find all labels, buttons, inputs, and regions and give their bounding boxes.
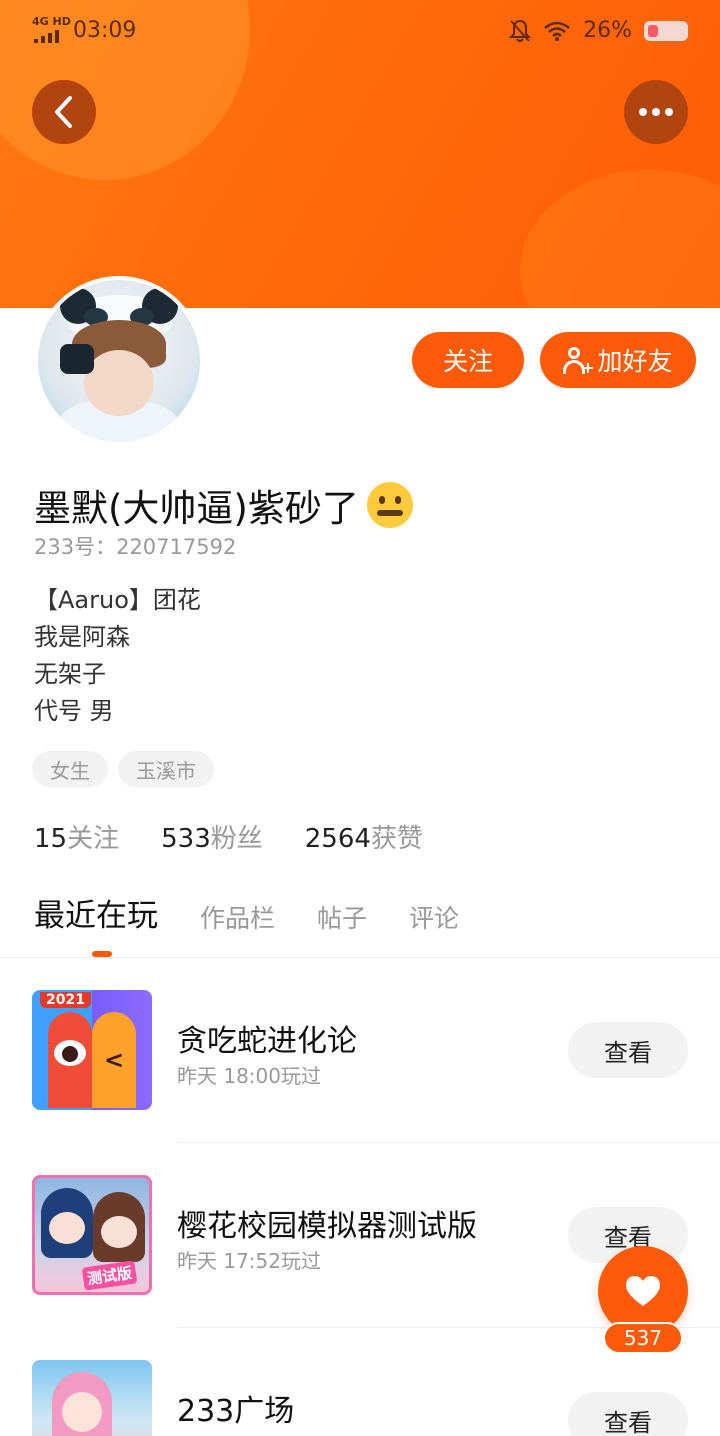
bio-line: 代号 男 bbox=[34, 697, 114, 725]
stat-followers[interactable]: 533粉丝 bbox=[161, 818, 263, 855]
bell-off-icon bbox=[509, 19, 532, 42]
game-icon-badge: 2021 bbox=[40, 992, 91, 1008]
game-icon-badge: 测试版 bbox=[81, 1260, 138, 1291]
username: 墨默(大帅逼)紫砂了 bbox=[34, 478, 413, 532]
tab-comments[interactable]: 评论 bbox=[409, 899, 459, 939]
follow-button[interactable]: 关注 bbox=[412, 332, 524, 388]
game-last-played: 昨天 18:00玩过 bbox=[177, 1064, 321, 1088]
profile-stats: 15关注 533粉丝 2564获赞 bbox=[34, 818, 423, 855]
add-friend-label: 加好友 bbox=[597, 347, 673, 376]
back-button[interactable] bbox=[32, 80, 96, 144]
status-time: 03:09 bbox=[73, 18, 137, 43]
add-friend-button[interactable]: + 加好友 bbox=[540, 332, 696, 388]
list-item[interactable]: 233广场 查看 bbox=[0, 1360, 720, 1436]
profile-tabs: 最近在玩 作品栏 帖子 评论 bbox=[34, 890, 459, 939]
game-icon[interactable]: < 2021 bbox=[32, 990, 152, 1110]
user-bio: 【Aaruo】团花 我是阿森 无架子 代号 男 bbox=[34, 582, 201, 730]
tab-divider bbox=[0, 957, 720, 958]
user-id: 233号：220717592 bbox=[34, 535, 237, 559]
game-last-played: 昨天 17:52玩过 bbox=[177, 1249, 321, 1273]
wifi-icon bbox=[544, 21, 570, 41]
list-divider bbox=[177, 1142, 720, 1143]
status-icons: 26% bbox=[509, 18, 688, 43]
view-button[interactable]: 查看 bbox=[568, 1022, 688, 1078]
stat-number: 15 bbox=[34, 824, 68, 854]
battery-percentage: 26% bbox=[583, 18, 632, 43]
status-bar: 4G HD 03:09 26% bbox=[0, 0, 720, 64]
battery-icon bbox=[644, 20, 688, 41]
tag-location: 玉溪市 bbox=[118, 751, 214, 787]
signal-icon bbox=[34, 30, 59, 43]
avatar[interactable] bbox=[34, 276, 204, 446]
stat-following[interactable]: 15关注 bbox=[34, 818, 119, 855]
tab-posts[interactable]: 帖子 bbox=[317, 899, 367, 939]
heart-icon bbox=[626, 1276, 660, 1306]
stat-label: 粉丝 bbox=[210, 824, 263, 854]
chevron-left-icon bbox=[55, 96, 72, 128]
game-title: 233广场 bbox=[177, 1394, 295, 1429]
list-item[interactable]: < 2021 贪吃蛇进化论 昨天 18:00玩过 查看 bbox=[0, 990, 720, 1130]
banner-decoration bbox=[520, 170, 720, 308]
more-options-button[interactable] bbox=[624, 80, 688, 144]
stat-label: 获赞 bbox=[370, 824, 423, 854]
game-title: 樱花校园模拟器测试版 bbox=[177, 1209, 477, 1244]
avatar-image bbox=[38, 280, 200, 442]
bio-line: 我是阿森 bbox=[34, 623, 130, 651]
stat-label: 关注 bbox=[67, 824, 120, 854]
tab-recently-played[interactable]: 最近在玩 bbox=[34, 890, 158, 939]
view-button[interactable]: 查看 bbox=[568, 1392, 688, 1436]
stat-number: 2564 bbox=[304, 824, 371, 854]
stat-likes[interactable]: 2564获赞 bbox=[305, 818, 423, 855]
zipper-mouth-emoji-icon bbox=[366, 482, 413, 528]
game-title: 贪吃蛇进化论 bbox=[177, 1024, 357, 1059]
bio-line: 【Aaruo】团花 bbox=[34, 586, 201, 614]
stat-number: 533 bbox=[161, 824, 211, 854]
like-count: 537 bbox=[603, 1322, 683, 1354]
game-icon[interactable]: 测试版 bbox=[32, 1175, 152, 1295]
game-icon[interactable] bbox=[32, 1360, 152, 1436]
bio-line: 无架子 bbox=[34, 660, 106, 688]
tab-works[interactable]: 作品栏 bbox=[200, 899, 275, 939]
username-text: 墨默(大帅逼)紫砂了 bbox=[34, 487, 359, 530]
tag-gender: 女生 bbox=[32, 751, 108, 787]
user-plus-icon: + bbox=[563, 346, 594, 376]
more-horizontal-icon bbox=[639, 108, 673, 116]
network-indicator: 4G HD bbox=[32, 15, 71, 28]
profile-tags: 女生 玉溪市 bbox=[32, 751, 214, 787]
profile-header-banner: 4G HD 03:09 26% bbox=[0, 0, 720, 308]
